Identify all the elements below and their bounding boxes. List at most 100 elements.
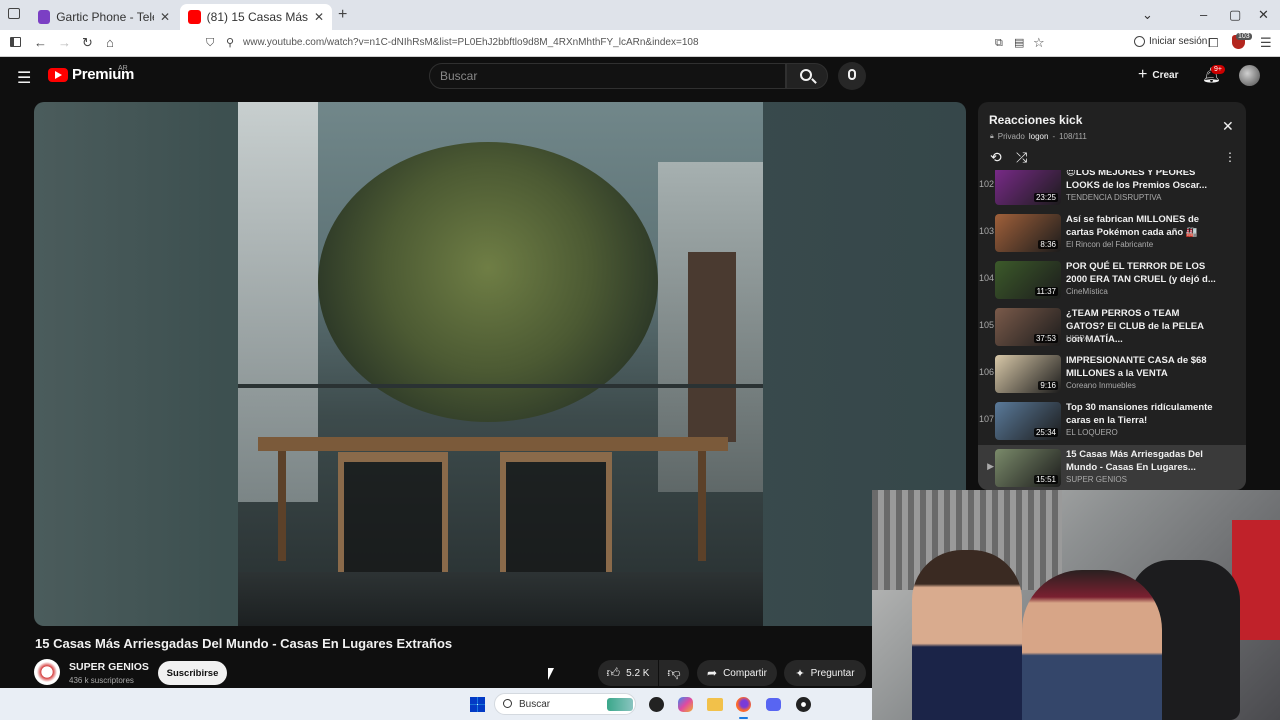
reload-icon[interactable]: ↻: [82, 36, 93, 50]
hamburger-menu-icon[interactable]: ☰: [17, 68, 31, 88]
bookmark-star-icon[interactable]: ☆: [1033, 36, 1045, 50]
playlist-item-channel: TENDENCIA DISRUPTIVA: [1066, 193, 1162, 202]
playlist-item-channel: Coreano Inmuebles: [1066, 381, 1136, 390]
playlist-title[interactable]: Reacciones kick: [989, 113, 1082, 127]
maximize-button[interactable]: ▢: [1229, 7, 1241, 23]
forward-icon[interactable]: →: [58, 36, 71, 50]
copilot-icon[interactable]: [678, 697, 693, 712]
sidebar-toggle-icon[interactable]: [10, 37, 21, 47]
search-button[interactable]: [786, 63, 828, 89]
shuffle-icon[interactable]: ⤮: [1016, 149, 1027, 166]
playlist-item-index: 102: [978, 179, 994, 189]
tab-gartic[interactable]: Gartic Phone - Teléfono Descon ✕: [30, 4, 178, 30]
playlist-item-title[interactable]: 😍LOS MEJORES Y PEORES LOOKS de los Premi…: [1066, 170, 1216, 192]
share-icon: ➦: [707, 666, 718, 680]
playlist-item[interactable]: 104 11:37 POR QUÉ EL TERROR DE LOS 2000 ER…: [978, 257, 1246, 303]
region-code: AR: [118, 65, 128, 72]
video-duration: 8:36: [1038, 240, 1058, 249]
subscribe-button[interactable]: Suscribirse: [158, 661, 227, 685]
webcam-overlay: [872, 490, 1280, 720]
file-explorer-icon[interactable]: [707, 698, 723, 711]
url-field[interactable]: www.youtube.com/watch?v=n1C-dNIhRsM&list…: [243, 37, 699, 48]
extension-badge: 103: [1236, 33, 1252, 40]
close-icon[interactable]: ✕: [1222, 118, 1234, 135]
video-duration: 15:51: [1033, 475, 1058, 484]
signin-button[interactable]: Iniciar sesión: [1134, 36, 1207, 47]
playlist-meta: 🔒︎ Privado logon - 108/111: [990, 132, 1087, 141]
playlist-item-index: 106: [978, 367, 994, 377]
taskbar-active-indicator: [739, 717, 748, 719]
video-thumbnail[interactable]: 23:25: [995, 170, 1061, 205]
playlist-item-index: 103: [978, 226, 994, 236]
microphone-icon: [848, 69, 856, 80]
playlist-item-title[interactable]: Top 30 mansiones ridículamente caras en …: [1066, 401, 1216, 427]
playlist-item[interactable]: 102 23:25 😍LOS MEJORES Y PEORES LOOKS de l…: [978, 170, 1246, 209]
site-settings-icon[interactable]: ⚲: [226, 36, 234, 50]
playlist-item[interactable]: 103 8:36 Así se fabrican MILLONES de carta…: [978, 210, 1246, 256]
share-button[interactable]: ➦ Compartir: [697, 660, 777, 686]
tab-list-chevron-icon[interactable]: ⌄: [1142, 7, 1153, 23]
playlist-item[interactable]: 106 9:16 IMPRESIONANTE CASA de $68 MILLONE…: [978, 351, 1246, 397]
playlist-item[interactable]: 107 25:34 Top 30 mansiones ridículamente c…: [978, 398, 1246, 444]
channel-name[interactable]: SUPER GENIOS: [69, 661, 149, 673]
video-title: 15 Casas Más Arriesgadas Del Mundo - Cas…: [35, 636, 453, 651]
avatar[interactable]: [1239, 65, 1260, 86]
channel-avatar[interactable]: [34, 659, 60, 685]
playlist-item-index: 107: [978, 414, 994, 424]
discord-icon[interactable]: [766, 698, 781, 711]
minimize-button[interactable]: –: [1200, 7, 1207, 22]
video-thumbnail[interactable]: 11:37: [995, 261, 1061, 299]
app-icon[interactable]: [796, 697, 811, 712]
gartic-icon: [38, 10, 51, 24]
playlist-item-title[interactable]: Así se fabrican MILLONES de cartas Pokém…: [1066, 213, 1216, 239]
close-window-button[interactable]: ✕: [1258, 7, 1269, 23]
subscriber-count: 436 k suscriptores: [69, 676, 134, 685]
firefox-icon[interactable]: [736, 697, 751, 712]
extensions-icon[interactable]: ⧠: [1208, 36, 1218, 50]
new-tab-button[interactable]: +: [338, 6, 347, 24]
ask-button[interactable]: ✦ Preguntar: [784, 660, 866, 686]
back-icon[interactable]: ←: [34, 36, 47, 50]
search-input[interactable]: Buscar: [440, 69, 477, 83]
windows-start-icon[interactable]: [470, 697, 485, 712]
video-thumbnail[interactable]: 37:53: [995, 308, 1061, 346]
github-icon[interactable]: [649, 697, 664, 712]
create-button[interactable]: + Crear: [1138, 66, 1178, 84]
video-thumbnail[interactable]: 25:34: [995, 402, 1061, 440]
video-duration: 25:34: [1033, 428, 1058, 437]
more-options-icon[interactable]: ⋮: [1224, 150, 1236, 164]
playlist-item[interactable]: ▶ 15:51 15 Casas Más Arriesgadas Del Mundo…: [978, 445, 1246, 490]
account-icon: [1134, 36, 1145, 47]
taskbar-search[interactable]: Buscar: [494, 693, 636, 715]
playlist-item-channel: SUPER GENIOS: [1066, 475, 1127, 484]
video-player[interactable]: [34, 102, 966, 626]
browser-tab-strip: Gartic Phone - Teléfono Descon ✕ (81) 15…: [0, 0, 1280, 30]
tab-youtube[interactable]: (81) 15 Casas Más Arriesgadas D ✕: [180, 4, 332, 30]
playlist-item-channel: HISPA: [1066, 334, 1090, 343]
close-tab-icon[interactable]: ✕: [314, 10, 324, 24]
video-thumbnail[interactable]: 9:16: [995, 355, 1061, 393]
like-button[interactable]: 👍︎ 5.2 K: [598, 660, 658, 686]
playlist-item-index: 105: [978, 320, 994, 330]
playlist-item-title[interactable]: 15 Casas Más Arriesgadas Del Mundo - Cas…: [1066, 448, 1216, 474]
playlist-item[interactable]: 105 37:53 ¿TEAM PERROS o TEAM GATOS? El CL…: [978, 304, 1246, 350]
home-icon[interactable]: ⌂: [106, 36, 114, 50]
thumbs-up-icon: 👍︎: [606, 665, 621, 680]
plus-icon: +: [1138, 66, 1148, 83]
screenshot-icon[interactable]: ⧉: [995, 36, 1003, 50]
playlist-item-title[interactable]: POR QUÉ EL TERROR DE LOS 2000 ERA TAN CR…: [1066, 260, 1216, 286]
site-shield-icon[interactable]: ⛉: [206, 36, 214, 50]
loop-icon[interactable]: ⟲: [990, 149, 1002, 166]
search-highlight-image: [607, 698, 633, 711]
playlist-item-title[interactable]: IMPRESIONANTE CASA de $68 MILLONES a la …: [1066, 354, 1216, 380]
voice-search-button[interactable]: [838, 62, 866, 90]
tab-overview-icon[interactable]: [8, 8, 20, 19]
video-duration: 37:53: [1033, 334, 1058, 343]
video-thumbnail[interactable]: 15:51: [995, 449, 1061, 487]
close-tab-icon[interactable]: ✕: [160, 10, 170, 24]
menu-icon[interactable]: ☰: [1260, 36, 1272, 50]
reader-view-icon[interactable]: ▤: [1014, 36, 1024, 50]
video-thumbnail[interactable]: 8:36: [995, 214, 1061, 252]
search-box[interactable]: Buscar: [429, 63, 786, 89]
dislike-button[interactable]: 👎︎: [659, 660, 689, 686]
